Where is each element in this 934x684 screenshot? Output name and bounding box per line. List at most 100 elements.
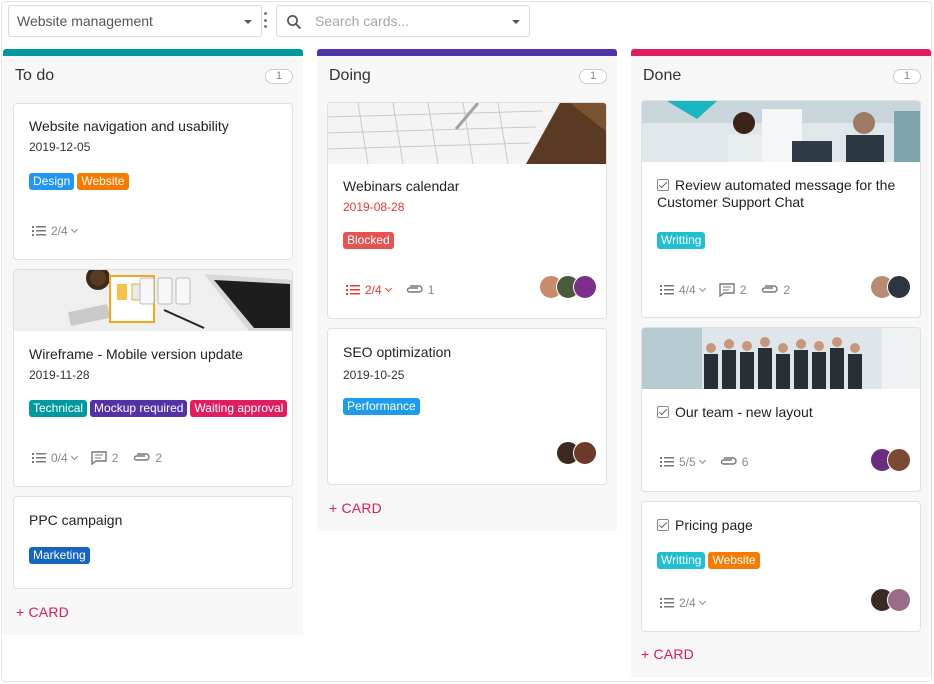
tag-writting[interactable]: Writting: [657, 232, 706, 249]
attachments-count[interactable]: 1: [405, 283, 434, 297]
checklist-toggle[interactable]: 2/4: [660, 596, 706, 610]
column-title: To do: [15, 67, 55, 84]
checklist-icon: [32, 226, 46, 236]
column-done: Done 1 Review automated message for the …: [631, 49, 931, 677]
attachment-icon: [720, 457, 737, 465]
search-input[interactable]: Search cards...: [276, 5, 530, 37]
board-select-value: Website management: [17, 13, 153, 29]
chevron-down-icon: [70, 452, 78, 461]
comment-icon: [718, 283, 735, 297]
tag-marketing[interactable]: Marketing: [29, 547, 90, 564]
column-title: Done: [643, 67, 682, 84]
card-webinars-calendar[interactable]: Webinars calendar 2019-08-28 Blocked 2/4…: [327, 102, 607, 319]
card-cover-image: [328, 103, 606, 164]
comments-count[interactable]: 2: [90, 451, 118, 465]
chevron-down-icon: [698, 597, 706, 606]
comment-icon: [90, 451, 107, 465]
checklist-count: 2/4: [51, 224, 68, 238]
add-card-button[interactable]: + CARD: [329, 500, 382, 516]
assignees[interactable]: [870, 588, 911, 612]
column-title: Doing: [329, 67, 371, 84]
attachments-count[interactable]: 6: [719, 455, 748, 469]
card-title: Wireframe - Mobile version update: [29, 346, 243, 362]
avatar: [573, 275, 597, 299]
checklist-count: 2/4: [679, 596, 696, 610]
checklist-count: 4/4: [679, 283, 696, 297]
card-seo-optimization[interactable]: SEO optimization 2019-10-25 Performance: [327, 328, 607, 485]
card-cover-image: [14, 270, 292, 331]
checklist-toggle[interactable]: 5/5: [660, 455, 706, 469]
avatar: [573, 441, 597, 465]
checkbox-checked-icon: [657, 406, 669, 418]
checklist-icon: [32, 453, 46, 463]
checklist-toggle[interactable]: 4/4: [660, 283, 706, 297]
checklist-toggle[interactable]: 2/4: [346, 283, 392, 297]
assignees[interactable]: [556, 441, 597, 465]
attachments-count[interactable]: 2: [132, 451, 162, 465]
caret-down-icon: [512, 20, 520, 24]
checklist-icon: [660, 457, 674, 467]
card-title: Webinars calendar: [343, 178, 460, 194]
checklist-toggle[interactable]: 2/4: [32, 224, 78, 238]
column-todo: To do 1 Website navigation and usability…: [3, 49, 303, 635]
tag-technical[interactable]: Technical: [29, 400, 88, 417]
tag-website[interactable]: Website: [708, 552, 760, 569]
desk-workspace-image: [14, 270, 292, 331]
tag-writting[interactable]: Writting: [657, 552, 706, 569]
tag-design[interactable]: Design: [29, 173, 75, 190]
card-ppc-campaign[interactable]: PPC campaign Marketing: [13, 496, 293, 589]
card-title: PPC campaign: [29, 512, 123, 528]
checkbox-checked-icon: [657, 519, 669, 531]
search-placeholder: Search cards...: [315, 13, 410, 29]
avatar: [887, 448, 911, 472]
card-wireframe[interactable]: Wireframe - Mobile version update 2019-1…: [13, 269, 293, 487]
card-title: Pricing page: [657, 517, 753, 534]
caret-down-icon: [244, 20, 252, 24]
search-icon: [287, 15, 302, 30]
team-group-image: [642, 328, 920, 389]
card-date-overdue: 2019-08-28: [343, 200, 405, 214]
card-title: Review automated message for the Custome…: [657, 177, 896, 210]
card-pricing-page[interactable]: Pricing page Writting Website 2/4: [641, 501, 921, 632]
checklist-count: 5/5: [679, 455, 696, 469]
tag-mockup-required[interactable]: Mockup required: [90, 400, 188, 417]
checklist-toggle[interactable]: 0/4: [32, 451, 78, 465]
assignees[interactable]: [539, 275, 597, 299]
checklist-count: 2/4: [365, 283, 382, 297]
column-count-badge: 1: [893, 69, 921, 84]
add-card-button[interactable]: + CARD: [16, 604, 69, 620]
attachment-icon: [406, 285, 423, 293]
column-doing: Doing 1 Webinars calendar 2019-08-28 Blo…: [317, 49, 617, 531]
tag-blocked[interactable]: Blocked: [343, 232, 394, 249]
attachments-count[interactable]: 2: [760, 283, 790, 297]
card-cover-image: [642, 101, 920, 162]
column-count-badge: 1: [579, 69, 607, 84]
calendar-image: [328, 103, 606, 164]
attachment-icon: [762, 285, 778, 293]
tag-performance[interactable]: Performance: [343, 398, 420, 415]
avatar: [887, 275, 911, 299]
board-select[interactable]: Website management: [8, 5, 262, 37]
card-review-automated-message[interactable]: Review automated message for the Custome…: [641, 100, 921, 318]
chevron-down-icon: [70, 225, 78, 234]
checklist-icon: [660, 285, 674, 295]
card-title: Website navigation and usability: [29, 118, 229, 134]
checkbox-checked-icon: [657, 179, 669, 191]
add-card-button[interactable]: + CARD: [641, 646, 694, 662]
column-count-badge: 1: [265, 69, 293, 84]
team-meeting-image: [642, 101, 920, 162]
card-our-team-layout[interactable]: Our team - new layout 5/5 6: [641, 327, 921, 492]
chevron-down-icon: [698, 456, 706, 465]
tag-website[interactable]: Website: [77, 173, 129, 190]
chevron-down-icon: [698, 284, 706, 293]
card-date: 2019-11-28: [29, 368, 90, 382]
more-vert-icon[interactable]: [263, 12, 267, 28]
checklist-count: 0/4: [51, 451, 68, 465]
card-title: SEO optimization: [343, 344, 452, 360]
assignees[interactable]: [870, 448, 911, 472]
assignees[interactable]: [870, 275, 911, 299]
card-website-navigation[interactable]: Website navigation and usability 2019-12…: [13, 103, 293, 260]
tag-waiting-approval[interactable]: Waiting approval: [190, 400, 288, 417]
card-date: 2019-10-25: [343, 368, 405, 382]
comments-count[interactable]: 2: [718, 283, 746, 297]
